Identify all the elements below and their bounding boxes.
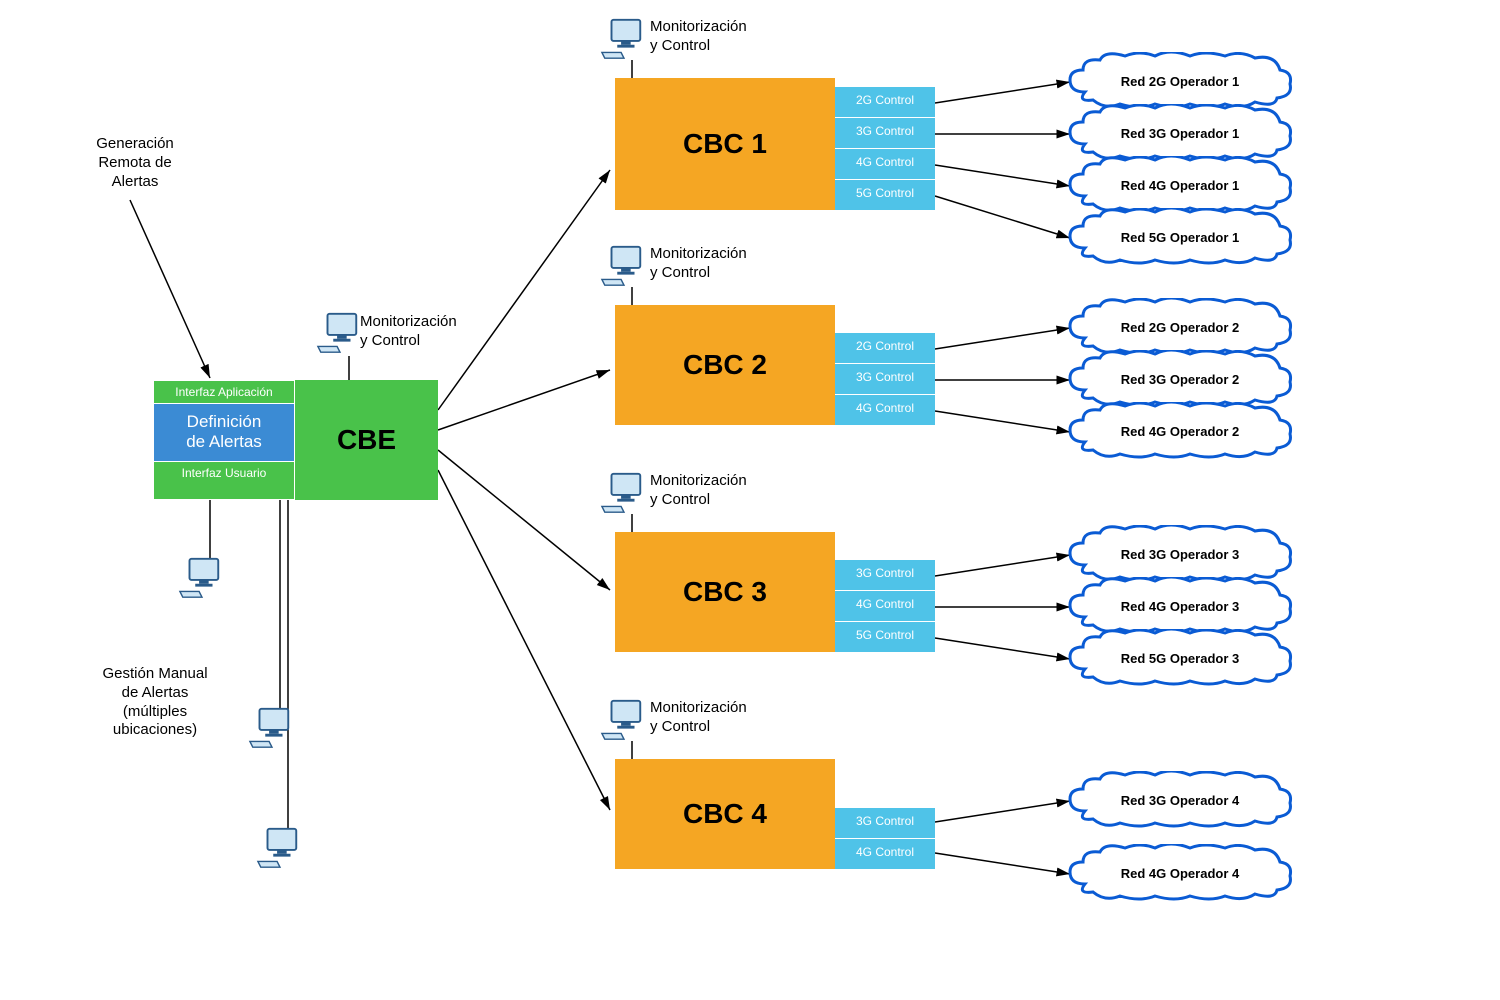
ctrl: 5G Control bbox=[835, 621, 935, 652]
cbc-controls-4: 3G Control 4G Control bbox=[835, 759, 935, 869]
computer-icon bbox=[248, 705, 294, 751]
cbc-block-1: CBC 1 2G Control 3G Control 4G Control 5… bbox=[615, 78, 935, 210]
ctrl: 5G Control bbox=[835, 179, 935, 210]
ctrl: 3G Control bbox=[835, 807, 935, 838]
cbc-block-3: CBC 3 3G Control 4G Control 5G Control bbox=[615, 532, 935, 652]
ctrl: 3G Control bbox=[835, 363, 935, 394]
ctrl: 4G Control bbox=[835, 590, 935, 621]
network-cloud: Red 2G Operador 1 bbox=[1070, 57, 1290, 107]
ctrl: 4G Control bbox=[835, 148, 935, 179]
cbe-interfaz-app: Interfaz Aplicación bbox=[154, 381, 294, 404]
label-gestion-manual: Gestión Manualde Alertas(múltiplesubicac… bbox=[85, 665, 225, 740]
cbe-interfaces: Interfaz Aplicación Definiciónde Alertas… bbox=[153, 380, 295, 500]
ctrl: 3G Control bbox=[835, 117, 935, 148]
network-cloud: Red 3G Operador 2 bbox=[1070, 355, 1290, 405]
network-cloud: Red 4G Operador 3 bbox=[1070, 582, 1290, 632]
network-cloud: Red 5G Operador 1 bbox=[1070, 213, 1290, 263]
computer-icon bbox=[600, 697, 646, 743]
network-cloud: Red 4G Operador 4 bbox=[1070, 849, 1290, 899]
cbc-title-1: CBC 1 bbox=[615, 78, 835, 210]
ctrl: 2G Control bbox=[835, 86, 935, 117]
cbc-block-4: CBC 4 3G Control 4G Control bbox=[615, 759, 935, 869]
label-mon-control-cbc1: Monitorizacióny Control bbox=[650, 18, 780, 56]
cbc-title-3: CBC 3 bbox=[615, 532, 835, 652]
label-mon-control-cbc3: Monitorizacióny Control bbox=[650, 472, 780, 510]
cbc-title-4: CBC 4 bbox=[615, 759, 835, 869]
cbc-controls-3: 3G Control 4G Control 5G Control bbox=[835, 532, 935, 652]
label-mon-control-cbc2: Monitorizacióny Control bbox=[650, 245, 780, 283]
label-mon-control-cbe: Monitorizacióny Control bbox=[360, 313, 490, 351]
computer-icon bbox=[316, 310, 362, 356]
cbc-title-2: CBC 2 bbox=[615, 305, 835, 425]
network-cloud: Red 3G Operador 4 bbox=[1070, 776, 1290, 826]
cbc-controls-1: 2G Control 3G Control 4G Control 5G Cont… bbox=[835, 78, 935, 210]
cbe-interfaz-usuario: Interfaz Usuario bbox=[154, 462, 294, 484]
cbe-block: Interfaz Aplicación Definiciónde Alertas… bbox=[153, 380, 438, 500]
network-cloud: Red 5G Operador 3 bbox=[1070, 634, 1290, 684]
cbe-title: CBE bbox=[295, 380, 438, 500]
network-cloud: Red 3G Operador 3 bbox=[1070, 530, 1290, 580]
ctrl: 4G Control bbox=[835, 394, 935, 425]
network-cloud: Red 4G Operador 2 bbox=[1070, 407, 1290, 457]
network-cloud: Red 2G Operador 2 bbox=[1070, 303, 1290, 353]
ctrl: 2G Control bbox=[835, 332, 935, 363]
network-cloud: Red 4G Operador 1 bbox=[1070, 161, 1290, 211]
cbe-definicion-alertas: Definiciónde Alertas bbox=[154, 404, 294, 462]
label-gen-remota: GeneraciónRemota deAlertas bbox=[70, 135, 200, 191]
label-mon-control-cbc4: Monitorizacióny Control bbox=[650, 699, 780, 737]
computer-icon bbox=[600, 16, 646, 62]
cbc-block-2: CBC 2 2G Control 3G Control 4G Control bbox=[615, 305, 935, 425]
computer-icon bbox=[178, 555, 224, 601]
network-cloud: Red 3G Operador 1 bbox=[1070, 109, 1290, 159]
ctrl: 4G Control bbox=[835, 838, 935, 869]
cbc-controls-2: 2G Control 3G Control 4G Control bbox=[835, 305, 935, 425]
ctrl: 3G Control bbox=[835, 559, 935, 590]
computer-icon bbox=[600, 243, 646, 289]
computer-icon bbox=[256, 825, 302, 871]
computer-icon bbox=[600, 470, 646, 516]
